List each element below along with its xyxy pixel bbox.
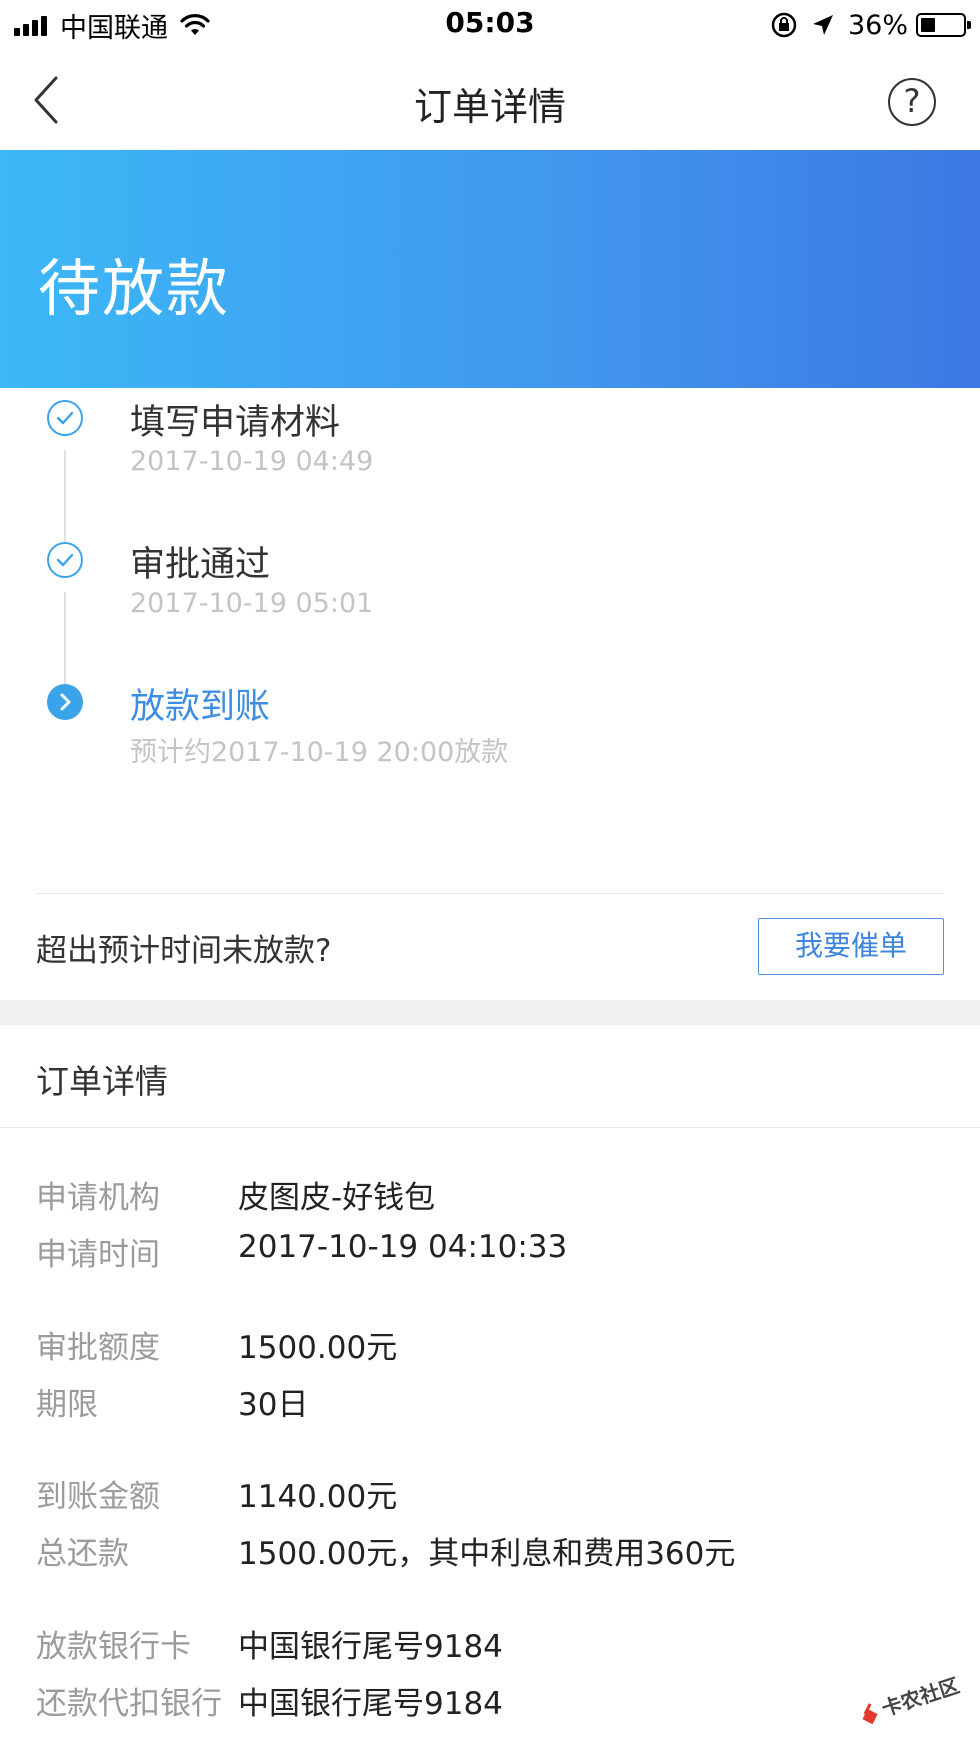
watermark-logo: 卡农社区 (862, 1673, 963, 1725)
check-circle-icon (47, 542, 83, 578)
order-status: 待放款 (38, 252, 231, 325)
page-title: 订单详情 (413, 85, 566, 129)
detail-value: 皮图皮-好钱包 (238, 1180, 436, 1216)
help-button[interactable]: ? (888, 78, 936, 126)
timeline-step-title: 填写申请材料 (130, 403, 341, 443)
status-bar: 中国联通 05:03 36% (0, 0, 980, 50)
progress-timeline: 填写申请材料 2017-10-19 04:49 审批通过 2017-10-19 … (0, 388, 980, 894)
timeline-step-time: 2017-10-19 05:01 (130, 588, 374, 619)
detail-label: 总还款 (36, 1536, 129, 1572)
urge-prompt: 超出预计时间未放款? (36, 933, 332, 969)
urge-row: 超出预计时间未放款? 我要催单 (0, 893, 980, 1000)
battery-fill (921, 18, 935, 32)
detail-label: 放款银行卡 (36, 1629, 191, 1665)
section-gap (0, 1000, 980, 1025)
detail-value: 中国银行尾号9184 (238, 1629, 503, 1665)
help-circle-icon: ? (903, 82, 921, 120)
detail-value: 2017-10-19 04:10:33 (238, 1229, 568, 1265)
detail-label: 审批额度 (36, 1330, 160, 1366)
check-circle-icon (47, 400, 83, 436)
detail-value: 中国银行尾号9184 (238, 1686, 503, 1722)
detail-value: 30日 (238, 1387, 309, 1423)
nav-bar: 订单详情 ? (0, 50, 980, 150)
timeline-step-title: 审批通过 (130, 545, 271, 585)
status-banner: 待放款 (0, 150, 980, 388)
timeline-step-title-current: 放款到账 (130, 687, 271, 727)
timeline-step-time: 预计约2017-10-19 20:00放款 (130, 737, 509, 768)
detail-label: 到账金额 (36, 1479, 160, 1515)
detail-label: 还款代扣银行 (36, 1686, 222, 1722)
detail-value: 1500.00元 (238, 1330, 398, 1366)
divider (0, 1127, 980, 1128)
chevron-right-circle-icon (47, 684, 83, 720)
rotation-lock-icon (771, 12, 797, 38)
details-section-title: 订单详情 (36, 1062, 168, 1101)
battery-icon (916, 13, 971, 37)
timeline-step-time: 2017-10-19 04:49 (130, 446, 374, 477)
watermark-text: 卡农社区 (879, 1673, 963, 1721)
battery-percent: 36% (847, 9, 908, 41)
timeline-connector (64, 592, 66, 690)
timeline-connector (64, 450, 66, 548)
urge-order-button[interactable]: 我要催单 (758, 918, 944, 975)
location-arrow-icon (812, 15, 833, 35)
detail-label: 期限 (36, 1387, 98, 1423)
detail-label: 申请机构 (36, 1180, 160, 1216)
detail-label: 申请时间 (36, 1237, 160, 1273)
status-bar-right: 36% (770, 8, 971, 42)
detail-value: 1500.00元，其中利息和费用360元 (238, 1536, 736, 1572)
detail-value: 1140.00元 (238, 1479, 398, 1515)
